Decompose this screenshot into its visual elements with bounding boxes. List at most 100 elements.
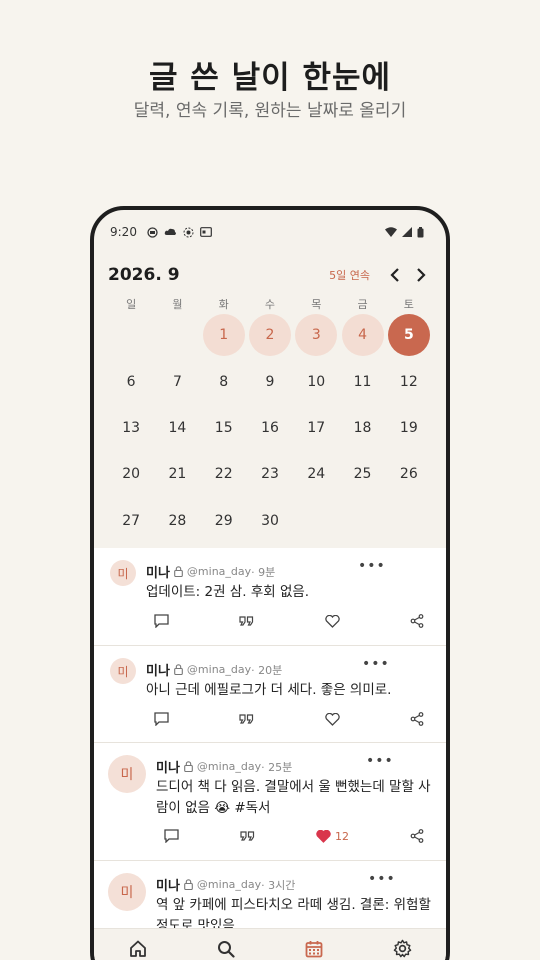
day-number: 3 (295, 314, 338, 357)
quote-button[interactable] (239, 616, 254, 626)
day-number: 2 (248, 314, 291, 357)
sync-icon (183, 227, 194, 237)
day-cell[interactable]: 27 (108, 498, 154, 544)
quote-button[interactable] (240, 831, 255, 841)
day-cell[interactable]: 22 (201, 451, 247, 497)
day-cell[interactable]: 19 (386, 405, 432, 451)
day-cell[interactable]: 21 (154, 451, 200, 497)
author-name[interactable]: 미나 (146, 562, 170, 581)
share-button[interactable] (410, 614, 424, 628)
prev-month-button[interactable] (384, 264, 406, 286)
post-item[interactable]: 미 미나 @mina_day · 3시간 ••• 역 앞 카페에 피스타치오 라떼… (94, 861, 446, 928)
day-cell[interactable]: 11 (339, 358, 385, 404)
status-bar: 9:20 (110, 222, 424, 242)
day-blank (154, 312, 200, 358)
day-cell[interactable]: 1 (201, 312, 247, 358)
quote-button[interactable] (239, 714, 254, 724)
day-cell[interactable]: 16 (247, 405, 293, 451)
more-options-button[interactable]: ••• (366, 753, 394, 769)
day-cell[interactable]: 20 (108, 451, 154, 497)
reply-button[interactable] (154, 712, 169, 726)
avatar[interactable]: 미 (108, 873, 146, 911)
avatar[interactable]: 미 (108, 755, 146, 793)
tab-settings[interactable] (382, 934, 422, 960)
day-cell[interactable]: 9 (247, 358, 293, 404)
day-cell[interactable]: 24 (293, 451, 339, 497)
day-number: 13 (122, 419, 141, 436)
post-item[interactable]: 미 미나 @mina_day · 20분 ••• 아니 근데 에필로그가 더 세다… (94, 646, 446, 743)
day-cell[interactable]: 26 (386, 451, 432, 497)
post-time: · 9분 (251, 565, 276, 579)
more-options-button[interactable]: ••• (362, 656, 390, 672)
share-button[interactable] (410, 829, 424, 843)
like-button[interactable] (324, 712, 340, 726)
comment-icon (164, 829, 179, 843)
day-cell[interactable]: 4 (339, 312, 385, 358)
weekday-label: 목 (311, 298, 322, 311)
day-cell[interactable]: 17 (293, 405, 339, 451)
calendar-header: 2026. 9 5일 연속 (108, 262, 432, 288)
day-cell[interactable]: 23 (247, 451, 293, 497)
day-cell[interactable]: 12 (386, 358, 432, 404)
day-cell[interactable]: 25 (339, 451, 385, 497)
author-handle: @mina_day (186, 565, 252, 578)
reply-button[interactable] (154, 614, 169, 628)
day-cell[interactable]: 6 (108, 358, 154, 404)
day-cell[interactable]: 29 (201, 498, 247, 544)
weekday-label: 화 (218, 298, 229, 311)
day-cell[interactable]: 10 (293, 358, 339, 404)
avatar[interactable]: 미 (110, 658, 136, 684)
reply-button[interactable] (164, 829, 179, 843)
day-number: 15 (214, 419, 233, 436)
tab-home[interactable] (118, 934, 158, 960)
tab-search[interactable] (206, 934, 246, 960)
day-cell[interactable]: 8 (201, 358, 247, 404)
month-label: 2026. 9 (108, 265, 180, 285)
day-cell[interactable]: 5 (386, 312, 432, 358)
cloud-icon (164, 228, 176, 235)
post-item[interactable]: 미 미나 @mina_day · 9분 ••• 업데이트: 2권 삼. 후회 없음… (94, 548, 446, 646)
post-header: 미나 @mina_day · 9분 (146, 562, 275, 581)
day-cell[interactable]: 14 (154, 405, 200, 451)
post-header: 미나 @mina_day · 3시간 (156, 875, 295, 894)
day-cell[interactable]: 7 (154, 358, 200, 404)
day-number: 30 (261, 512, 279, 529)
next-month-button[interactable] (410, 264, 432, 286)
post-item[interactable]: 미 미나 @mina_day · 25분 ••• 드디어 책 다 읽음. 결말에서… (94, 743, 446, 861)
day-cell[interactable]: 3 (293, 312, 339, 358)
avatar[interactable]: 미 (110, 560, 136, 586)
day-number: 4 (341, 314, 384, 357)
author-handle: @mina_day (186, 663, 252, 676)
day-cell[interactable]: 28 (154, 498, 200, 544)
like-button[interactable] (324, 614, 340, 628)
more-options-button[interactable]: ••• (368, 871, 396, 887)
author-name[interactable]: 미나 (156, 875, 180, 894)
post-header: 미나 @mina_day · 20분 (146, 660, 282, 679)
post-text: 드디어 책 다 읽음. 결말에서 울 뻔했는데 말할 사 람이 없음 😭 #독서 (156, 777, 431, 819)
tab-calendar[interactable] (294, 934, 334, 960)
day-number: 6 (126, 373, 136, 390)
lock-icon (184, 879, 193, 890)
day-number: 24 (307, 466, 326, 483)
more-options-button[interactable]: ••• (358, 558, 386, 574)
day-cell[interactable]: 2 (247, 312, 293, 358)
post-header: 미나 @mina_day · 25분 (156, 757, 292, 776)
wifi-icon (385, 227, 397, 237)
post-text-line: 드디어 책 다 읽음. 결말에서 울 뻔했는데 말할 사 (156, 779, 431, 795)
post-text-line: 역 앞 카페에 피스타치오 라떼 생김. 결론: 위험할 (156, 897, 431, 913)
day-number: 22 (214, 466, 233, 483)
day-grid: 1 2 3 4 5 6 7 8 9 10 11 12 13 14 15 16 17 18 19 20 21 22 23 24 2… (108, 312, 432, 544)
like-button[interactable]: 12 (316, 829, 349, 843)
day-cell[interactable]: 18 (339, 405, 385, 451)
day-number: 7 (172, 373, 182, 390)
author-name[interactable]: 미나 (156, 757, 180, 776)
author-name[interactable]: 미나 (146, 660, 170, 679)
calendar-icon (305, 940, 323, 957)
day-cell[interactable]: 13 (108, 405, 154, 451)
day-cell[interactable]: 15 (201, 405, 247, 451)
share-button[interactable] (410, 712, 424, 726)
share-icon (410, 829, 424, 843)
like-count: 12 (335, 829, 349, 843)
day-number: 20 (122, 466, 141, 483)
day-cell[interactable]: 30 (247, 498, 293, 544)
